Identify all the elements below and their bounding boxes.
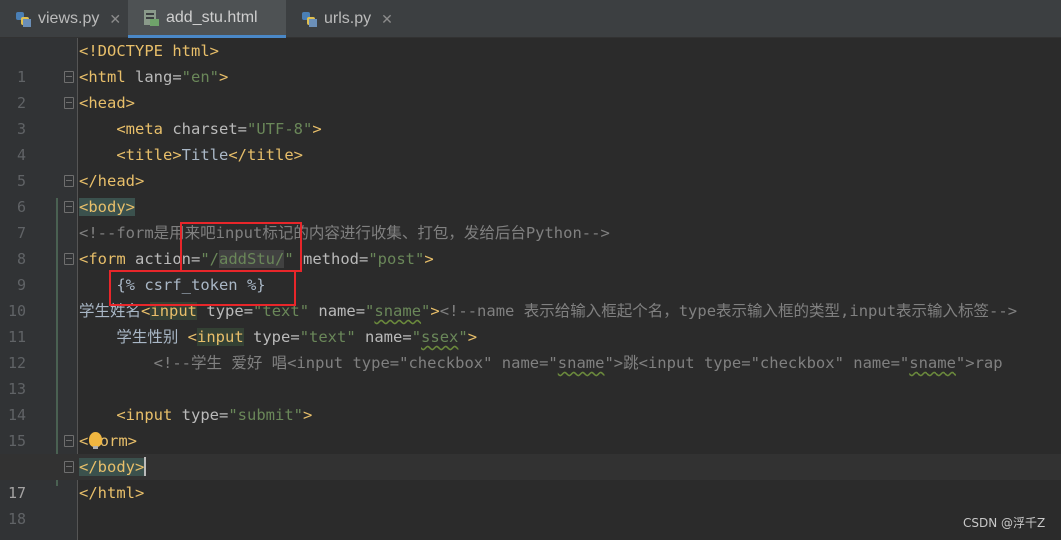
tag-close: > <box>312 120 322 138</box>
text-content: Title <box>181 146 229 164</box>
comment: sname <box>909 354 956 372</box>
code-line[interactable]: 5 <title>Title</title> <box>0 142 1061 190</box>
code-line[interactable]: 3 <head> <box>0 90 1061 138</box>
tag-close: > <box>424 250 434 268</box>
editor-tab-bar: views.py ✕ add_stu.html urls.py ✕ <box>0 0 1061 38</box>
tab-urls-py[interactable]: urls.py ✕ <box>286 0 396 38</box>
tag: </html> <box>79 484 145 502</box>
text-content: 学生性别 <box>116 328 188 346</box>
annotation-box-csrf-token <box>109 270 296 306</box>
lightbulb-icon[interactable] <box>89 432 102 449</box>
code-line[interactable]: 9 <form action="/addStu/" method="post"> <box>0 246 1061 294</box>
ide-window: views.py ✕ add_stu.html urls.py ✕ 1 <!DO… <box>0 0 1061 540</box>
tag-open: <html <box>79 68 126 86</box>
fold-icon[interactable] <box>64 461 74 473</box>
tab-add-stu-html[interactable]: add_stu.html <box>128 0 286 38</box>
attribute-value: "post" <box>368 250 425 268</box>
tag-open: < <box>79 432 89 450</box>
tag: </head> <box>79 172 145 190</box>
tag-open: <title> <box>116 146 182 164</box>
tag-close: > <box>135 458 145 476</box>
tag-open: < <box>187 328 198 346</box>
attribute-value: "text" <box>299 328 356 346</box>
tab-label: views.py <box>38 10 100 27</box>
text-caret <box>144 457 147 476</box>
tab-label: add_stu.html <box>166 8 258 26</box>
close-icon[interactable]: ✕ <box>109 11 121 28</box>
code-line[interactable]: 2 <html lang="en"> <box>0 64 1061 112</box>
code-line[interactable]: 8 <!--form是用来吧input标记的内容进行收集、打包，发给后台Pyth… <box>0 220 1061 268</box>
attribute-value: ssex <box>421 328 459 346</box>
attribute: charset= <box>163 120 247 138</box>
attribute: lang= <box>125 68 182 86</box>
html-file-icon <box>142 9 160 27</box>
tag-close: > <box>430 302 440 320</box>
attribute-value: " <box>458 328 468 346</box>
code-line[interactable]: 13 <!--学生 爱好 唱<input type="checkbox" nam… <box>0 350 1061 398</box>
attribute-value: sname <box>374 302 422 320</box>
comment: ">跳<input type="checkbox" name=" <box>604 354 910 372</box>
tab-label: urls.py <box>324 10 372 27</box>
attribute-value: " <box>421 302 431 320</box>
attribute: name= <box>309 302 366 320</box>
fold-icon[interactable] <box>64 201 74 213</box>
close-icon[interactable]: ✕ <box>381 11 393 28</box>
tag-open: <input <box>116 406 173 424</box>
attribute: type= <box>172 406 229 424</box>
attribute-value: " <box>365 302 375 320</box>
doctype: <!DOCTYPE html> <box>79 42 219 60</box>
comment: <!--name 表示给输入框起个名，type表示输入框的类型,input表示输… <box>439 302 1018 320</box>
code-line[interactable]: 14 <box>0 376 1061 424</box>
python-file-icon <box>300 10 318 28</box>
watermark: CSDN @浮千Z <box>963 516 1046 530</box>
attribute-value: " <box>411 328 422 346</box>
tab-views-py[interactable]: views.py ✕ <box>0 0 128 38</box>
code-line[interactable]: 18 </html> <box>0 480 1061 528</box>
tag-name: input <box>197 328 244 346</box>
code-line[interactable]: 16 <form> <box>0 428 1061 476</box>
code-line[interactable]: 12 学生性别 <input type="text" name="ssex"> <box>0 324 1061 372</box>
code-line[interactable]: 4 <meta charset="UTF-8"> <box>0 116 1061 164</box>
attribute-value: "en" <box>181 68 219 86</box>
code-line[interactable]: 15 <input type="submit"> <box>0 402 1061 450</box>
code-line-current[interactable]: 17 </body> <box>0 454 1061 502</box>
tag-matched: </body <box>79 458 135 476</box>
fold-icon[interactable] <box>64 97 74 109</box>
comment: <!--form是用来吧input标记的内容进行收集、打包，发给后台Python… <box>79 224 610 242</box>
annotation-box-action-url <box>180 222 302 272</box>
attribute-value: "UTF-8" <box>247 120 313 138</box>
attribute: method= <box>293 250 369 268</box>
tag-open: <meta <box>116 120 163 138</box>
tag-close: </title> <box>228 146 303 164</box>
attribute-value: "submit" <box>228 406 303 424</box>
tag-matched: <body> <box>79 198 135 216</box>
code-editor[interactable]: 1 <!DOCTYPE html> 2 <html lang="en"> 3 <… <box>0 38 1061 540</box>
python-file-icon <box>14 10 32 28</box>
comment: sname <box>557 354 605 372</box>
tag-close: > <box>467 328 478 346</box>
code-line[interactable]: 6 </head> <box>0 168 1061 216</box>
fold-icon[interactable] <box>64 435 74 447</box>
comment: <!--学生 爱好 唱<input type="checkbox" name=" <box>153 354 558 372</box>
tag-close: > <box>219 68 229 86</box>
code-line[interactable]: 1 <!DOCTYPE html> <box>0 38 1061 86</box>
tag-open: <form <box>79 250 126 268</box>
code-line[interactable]: 7 <body> <box>0 194 1061 242</box>
tag: <head> <box>79 94 135 112</box>
attribute: name= <box>355 328 412 346</box>
fold-icon[interactable] <box>64 71 74 83</box>
attribute: type= <box>243 328 300 346</box>
tag-close: > <box>302 406 313 424</box>
fold-icon[interactable] <box>64 175 74 187</box>
comment: ">rap <box>955 354 1003 372</box>
line-number: 18 <box>7 510 26 528</box>
fold-icon[interactable] <box>64 253 74 265</box>
